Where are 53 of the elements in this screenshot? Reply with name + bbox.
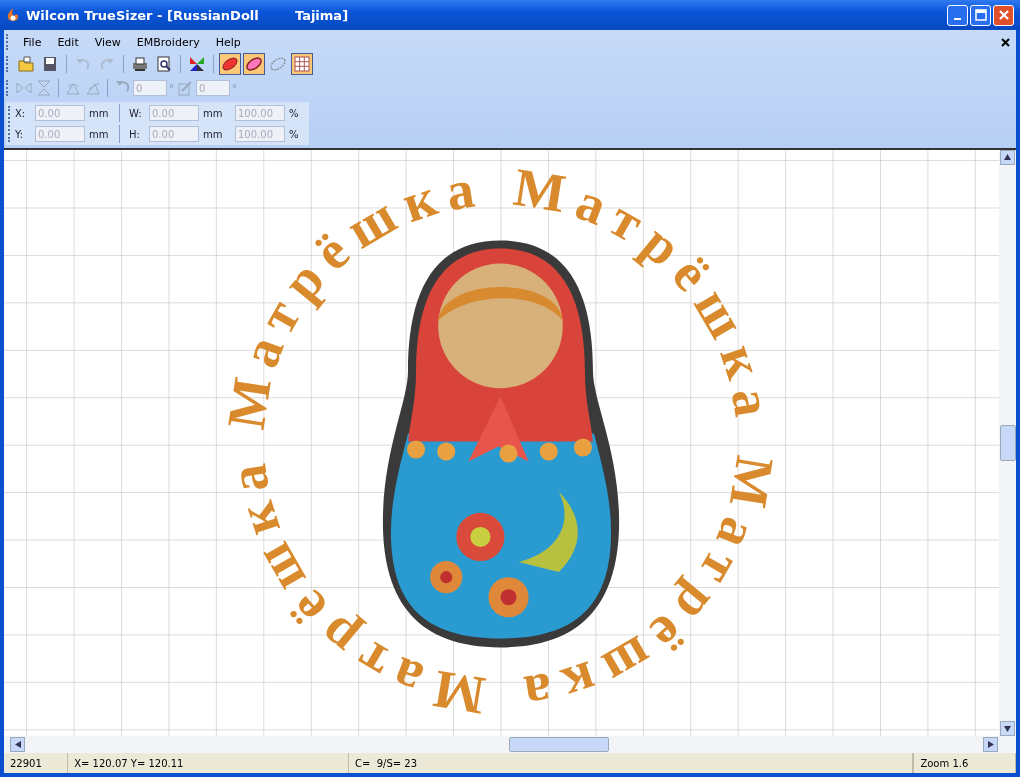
close-icon[interactable] [1001, 37, 1010, 47]
open-icon [17, 55, 35, 73]
down-arrow-icon [1004, 725, 1011, 732]
leaf-filled-icon [221, 55, 239, 73]
up-arrow-icon [1004, 154, 1011, 160]
leaf-outline-icon [245, 55, 263, 73]
window-title: Wilcom TrueSizer - [RussianDoll Tajima] [26, 7, 349, 23]
percent-label: % [289, 107, 300, 119]
print-icon [131, 55, 149, 73]
axis-label: Y: [15, 128, 25, 140]
status-field: C= 9/S= 23 [349, 753, 914, 773]
slant-icon[interactable] [176, 79, 194, 97]
open-button[interactable] [15, 53, 37, 75]
menu-item[interactable]: View [88, 35, 127, 49]
menu-item[interactable]: Edit [51, 35, 85, 49]
degree-unit: ° [169, 82, 174, 94]
unit-label: mm [89, 128, 110, 140]
percent-label: % [289, 128, 300, 140]
maximize-icon [974, 9, 987, 21]
menu-item[interactable]: EMBroidery [130, 35, 206, 49]
horizontal-scrollbar[interactable] [4, 736, 1016, 753]
status-field: Zoom 1.6 [913, 753, 1016, 773]
close-button[interactable] [993, 4, 1014, 26]
preview-icon [155, 55, 173, 73]
size-label: H: [129, 128, 141, 140]
left-arrow-icon [14, 741, 21, 748]
scroll-thumb[interactable] [509, 737, 609, 752]
size-label: W: [129, 107, 143, 119]
leaf-dashed-icon [269, 55, 287, 73]
status-field: 22901 [4, 753, 69, 773]
axis-label: X: [15, 107, 27, 119]
unit-label: mm [203, 128, 224, 140]
right-arrow-icon [987, 741, 994, 748]
menu-item[interactable]: Help [209, 35, 247, 49]
save-icon [41, 55, 59, 73]
minimize-icon [954, 18, 961, 20]
grid-button[interactable] [291, 53, 313, 75]
vertical-scrollbar[interactable] [999, 149, 1016, 736]
grid-icon [293, 55, 311, 73]
leaf-filled-button[interactable] [219, 53, 241, 75]
mirror-vertical-icon[interactable] [35, 79, 53, 97]
flame-icon [6, 7, 20, 23]
minimize-button[interactable] [947, 4, 968, 26]
menu-item[interactable]: File [17, 35, 48, 49]
scroll-thumb[interactable] [999, 424, 1016, 461]
unit-label: mm [89, 107, 110, 119]
colors-icon [188, 55, 206, 73]
maximize-button[interactable] [970, 4, 991, 26]
unit-label: mm [203, 107, 224, 119]
status-field: X= 120.07 Y= 120.11 [68, 753, 349, 773]
degree-unit: ° [232, 82, 237, 94]
leaf-outline-button[interactable] [243, 53, 265, 75]
close-icon [997, 9, 1010, 21]
